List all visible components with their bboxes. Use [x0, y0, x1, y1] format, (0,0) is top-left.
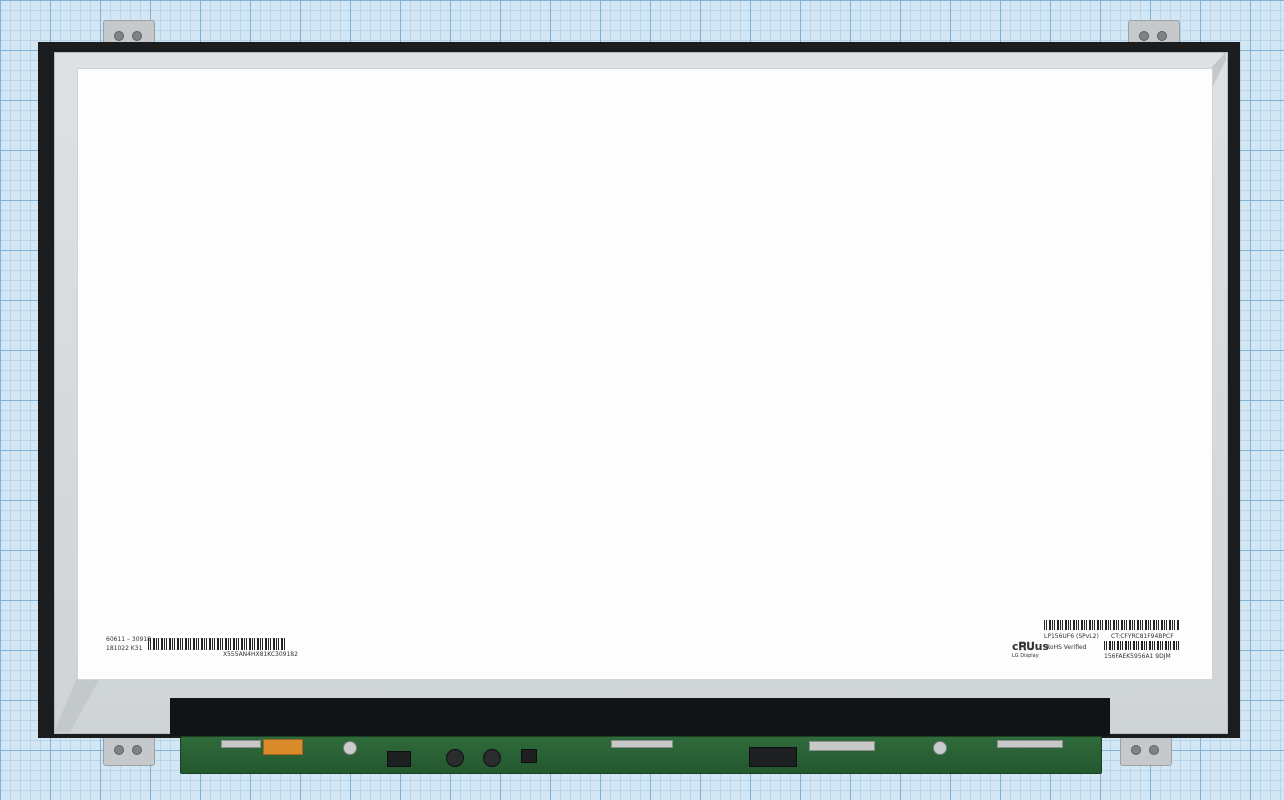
screw-icon [933, 741, 947, 755]
right-barcode-middle [1104, 641, 1180, 650]
left-barcode [148, 638, 286, 650]
bottom-bezel-strip [170, 698, 1110, 736]
inductor [483, 749, 501, 767]
pcb-chip [387, 751, 411, 767]
pcb-chip [749, 747, 797, 767]
pcb-connector [221, 740, 261, 748]
driver-pcb [180, 736, 1102, 774]
edp-connector [809, 741, 875, 751]
inductor [446, 749, 464, 767]
left-barcode-text: X555AN4HX81KC309182 [223, 651, 298, 658]
pcb-connector [997, 740, 1063, 748]
ul-logo: c𝐑𝐔us [1012, 640, 1049, 653]
right-model-text: LP156UF6 (SPvL2) [1044, 633, 1099, 640]
left-label-line2: 181022 K31 [106, 645, 143, 652]
pcb-connector [611, 740, 673, 748]
display-active-area [77, 68, 1213, 680]
lg-display-logo: LG Display [1012, 653, 1039, 659]
right-ct-text: CT:CFYRC81F94BPCF [1111, 633, 1174, 640]
right-barcode-top [1044, 620, 1180, 630]
rohs-text: RoHS Verified [1046, 644, 1087, 651]
screw-icon [343, 741, 357, 755]
flex-cable [263, 739, 303, 755]
left-label-line1: 60611 – 30918 [106, 636, 151, 643]
pcb-chip [521, 749, 537, 763]
right-serial-text: 156FAEK5956A1 9DJM [1104, 653, 1171, 660]
